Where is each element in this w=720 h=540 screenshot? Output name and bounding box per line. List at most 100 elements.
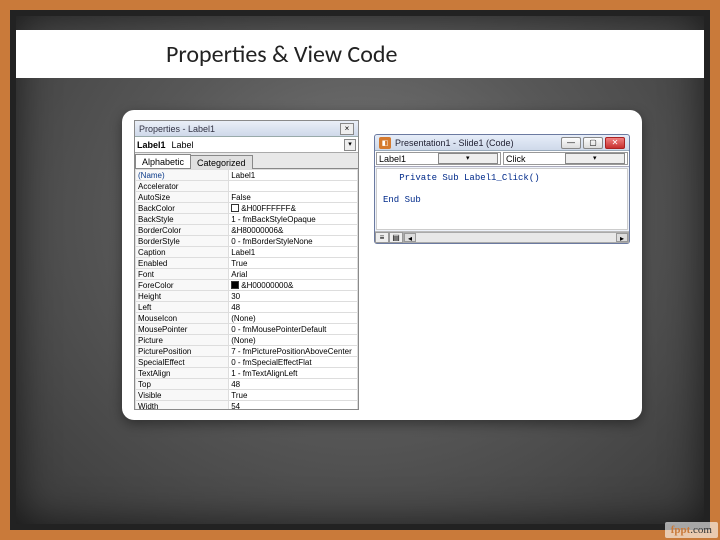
scroll-left-icon[interactable]: ◂ <box>404 233 416 242</box>
property-name: SpecialEffect <box>136 357 229 368</box>
property-value[interactable]: (None) <box>229 335 358 346</box>
property-row[interactable]: CaptionLabel1 <box>136 247 358 258</box>
property-value[interactable] <box>229 181 358 192</box>
property-name: AutoSize <box>136 192 229 203</box>
tab-categorized[interactable]: Categorized <box>190 155 253 169</box>
code-window-title: Presentation1 - Slide1 (Code) <box>395 138 559 148</box>
property-name: (Name) <box>136 170 229 181</box>
property-value[interactable]: &H00FFFFFF& <box>229 203 358 214</box>
property-value[interactable]: 0 - fmSpecialEffectFlat <box>229 357 358 368</box>
credit-brand: fppt <box>671 524 691 536</box>
code-window: ◧ Presentation1 - Slide1 (Code) — ▢ ✕ La… <box>374 134 630 244</box>
property-value[interactable]: 54 <box>229 401 358 410</box>
property-value[interactable]: False <box>229 192 358 203</box>
procedure-dropdown[interactable]: Click ▾ <box>503 152 628 165</box>
property-value[interactable]: True <box>229 258 358 269</box>
property-row[interactable]: BackColor&H00FFFFFF& <box>136 203 358 214</box>
slide-title-bar: Properties & View Code <box>16 30 704 78</box>
property-name: BorderStyle <box>136 236 229 247</box>
property-value[interactable]: True <box>229 390 358 401</box>
scroll-track[interactable] <box>416 233 616 242</box>
property-value[interactable]: 1 - fmTextAlignLeft <box>229 368 358 379</box>
code-footer: ≡ ▤ ◂ ▸ <box>375 231 629 243</box>
procedure-dropdown-value: Click <box>506 154 565 164</box>
property-value[interactable]: Label1 <box>229 247 358 258</box>
color-swatch <box>231 281 239 289</box>
property-row[interactable]: BorderColor&H80000006& <box>136 225 358 236</box>
property-name: Font <box>136 269 229 280</box>
chevron-down-icon[interactable]: ▾ <box>344 139 356 151</box>
properties-titlebar[interactable]: Properties - Label1 × <box>135 121 358 137</box>
property-value[interactable]: 48 <box>229 379 358 390</box>
property-row[interactable]: SpecialEffect0 - fmSpecialEffectFlat <box>136 357 358 368</box>
properties-window-title: Properties - Label1 <box>139 124 338 134</box>
maximize-button[interactable]: ▢ <box>583 137 603 149</box>
property-name: Top <box>136 379 229 390</box>
close-icon[interactable]: × <box>340 123 354 135</box>
property-value[interactable]: &H80000006& <box>229 225 358 236</box>
credit-suffix: .com <box>690 524 712 536</box>
property-name: Accelerator <box>136 181 229 192</box>
property-value[interactable]: (None) <box>229 313 358 324</box>
chevron-down-icon[interactable]: ▾ <box>565 153 626 164</box>
property-value[interactable]: &H00000000& <box>229 280 358 291</box>
minimize-button[interactable]: — <box>561 137 581 149</box>
property-value[interactable]: 0 - fmMousePointerDefault <box>229 324 358 335</box>
property-row[interactable]: ForeColor&H00000000& <box>136 280 358 291</box>
template-credit: fppt.com <box>665 522 718 538</box>
property-name: Left <box>136 302 229 313</box>
properties-object-selector[interactable]: Label1 Label ▾ <box>135 137 358 153</box>
object-dropdown[interactable]: Label1 ▾ <box>376 152 501 165</box>
property-row[interactable]: BorderStyle0 - fmBorderStyleNone <box>136 236 358 247</box>
close-button[interactable]: ✕ <box>605 137 625 149</box>
property-name: Visible <box>136 390 229 401</box>
property-name: MouseIcon <box>136 313 229 324</box>
property-row[interactable]: (Name)Label1 <box>136 170 358 181</box>
code-editor[interactable]: Private Sub Label1_Click() End Sub <box>376 168 628 230</box>
property-value[interactable]: 30 <box>229 291 358 302</box>
property-row[interactable]: FontArial <box>136 269 358 280</box>
property-row[interactable]: AutoSizeFalse <box>136 192 358 203</box>
property-value[interactable]: Label1 <box>229 170 358 181</box>
property-row[interactable]: Accelerator <box>136 181 358 192</box>
property-name: MousePointer <box>136 324 229 335</box>
property-value[interactable]: 1 - fmBackStyleOpaque <box>229 214 358 225</box>
property-row[interactable]: Left48 <box>136 302 358 313</box>
selected-object-class: Label <box>172 140 194 150</box>
property-value[interactable]: Arial <box>229 269 358 280</box>
code-line-endsub: End Sub <box>383 195 621 205</box>
property-name: BackStyle <box>136 214 229 225</box>
full-module-view-button[interactable]: ▤ <box>389 232 403 243</box>
properties-grid[interactable]: (Name)Label1AcceleratorAutoSizeFalseBack… <box>135 169 358 409</box>
property-value[interactable]: 48 <box>229 302 358 313</box>
property-value[interactable]: 7 - fmPicturePositionAboveCenter <box>229 346 358 357</box>
content-card: Properties - Label1 × Label1 Label ▾ Alp… <box>122 110 642 420</box>
property-value[interactable]: 0 - fmBorderStyleNone <box>229 236 358 247</box>
property-row[interactable]: Top48 <box>136 379 358 390</box>
property-row[interactable]: BackStyle1 - fmBackStyleOpaque <box>136 214 358 225</box>
property-row[interactable]: VisibleTrue <box>136 390 358 401</box>
property-name: Height <box>136 291 229 302</box>
scroll-right-icon[interactable]: ▸ <box>616 233 628 242</box>
property-name: TextAlign <box>136 368 229 379</box>
color-swatch <box>231 204 239 212</box>
property-row[interactable]: EnabledTrue <box>136 258 358 269</box>
chalkboard-frame: Properties & View Code Properties - Labe… <box>10 10 710 530</box>
property-name: ForeColor <box>136 280 229 291</box>
code-dropdowns: Label1 ▾ Click ▾ <box>375 151 629 167</box>
property-row[interactable]: MousePointer0 - fmMousePointerDefault <box>136 324 358 335</box>
procedure-view-button[interactable]: ≡ <box>375 232 389 243</box>
property-row[interactable]: Height30 <box>136 291 358 302</box>
property-name: Enabled <box>136 258 229 269</box>
code-titlebar[interactable]: ◧ Presentation1 - Slide1 (Code) — ▢ ✕ <box>375 135 629 151</box>
property-row[interactable]: TextAlign1 - fmTextAlignLeft <box>136 368 358 379</box>
tab-alphabetic[interactable]: Alphabetic <box>135 154 191 168</box>
chevron-down-icon[interactable]: ▾ <box>438 153 499 164</box>
presentation-icon: ◧ <box>379 137 391 149</box>
horizontal-scrollbar[interactable]: ◂ ▸ <box>403 232 629 243</box>
property-row[interactable]: MouseIcon(None) <box>136 313 358 324</box>
property-row[interactable]: Width54 <box>136 401 358 410</box>
property-name: Width <box>136 401 229 410</box>
property-row[interactable]: PicturePosition7 - fmPicturePositionAbov… <box>136 346 358 357</box>
property-row[interactable]: Picture(None) <box>136 335 358 346</box>
